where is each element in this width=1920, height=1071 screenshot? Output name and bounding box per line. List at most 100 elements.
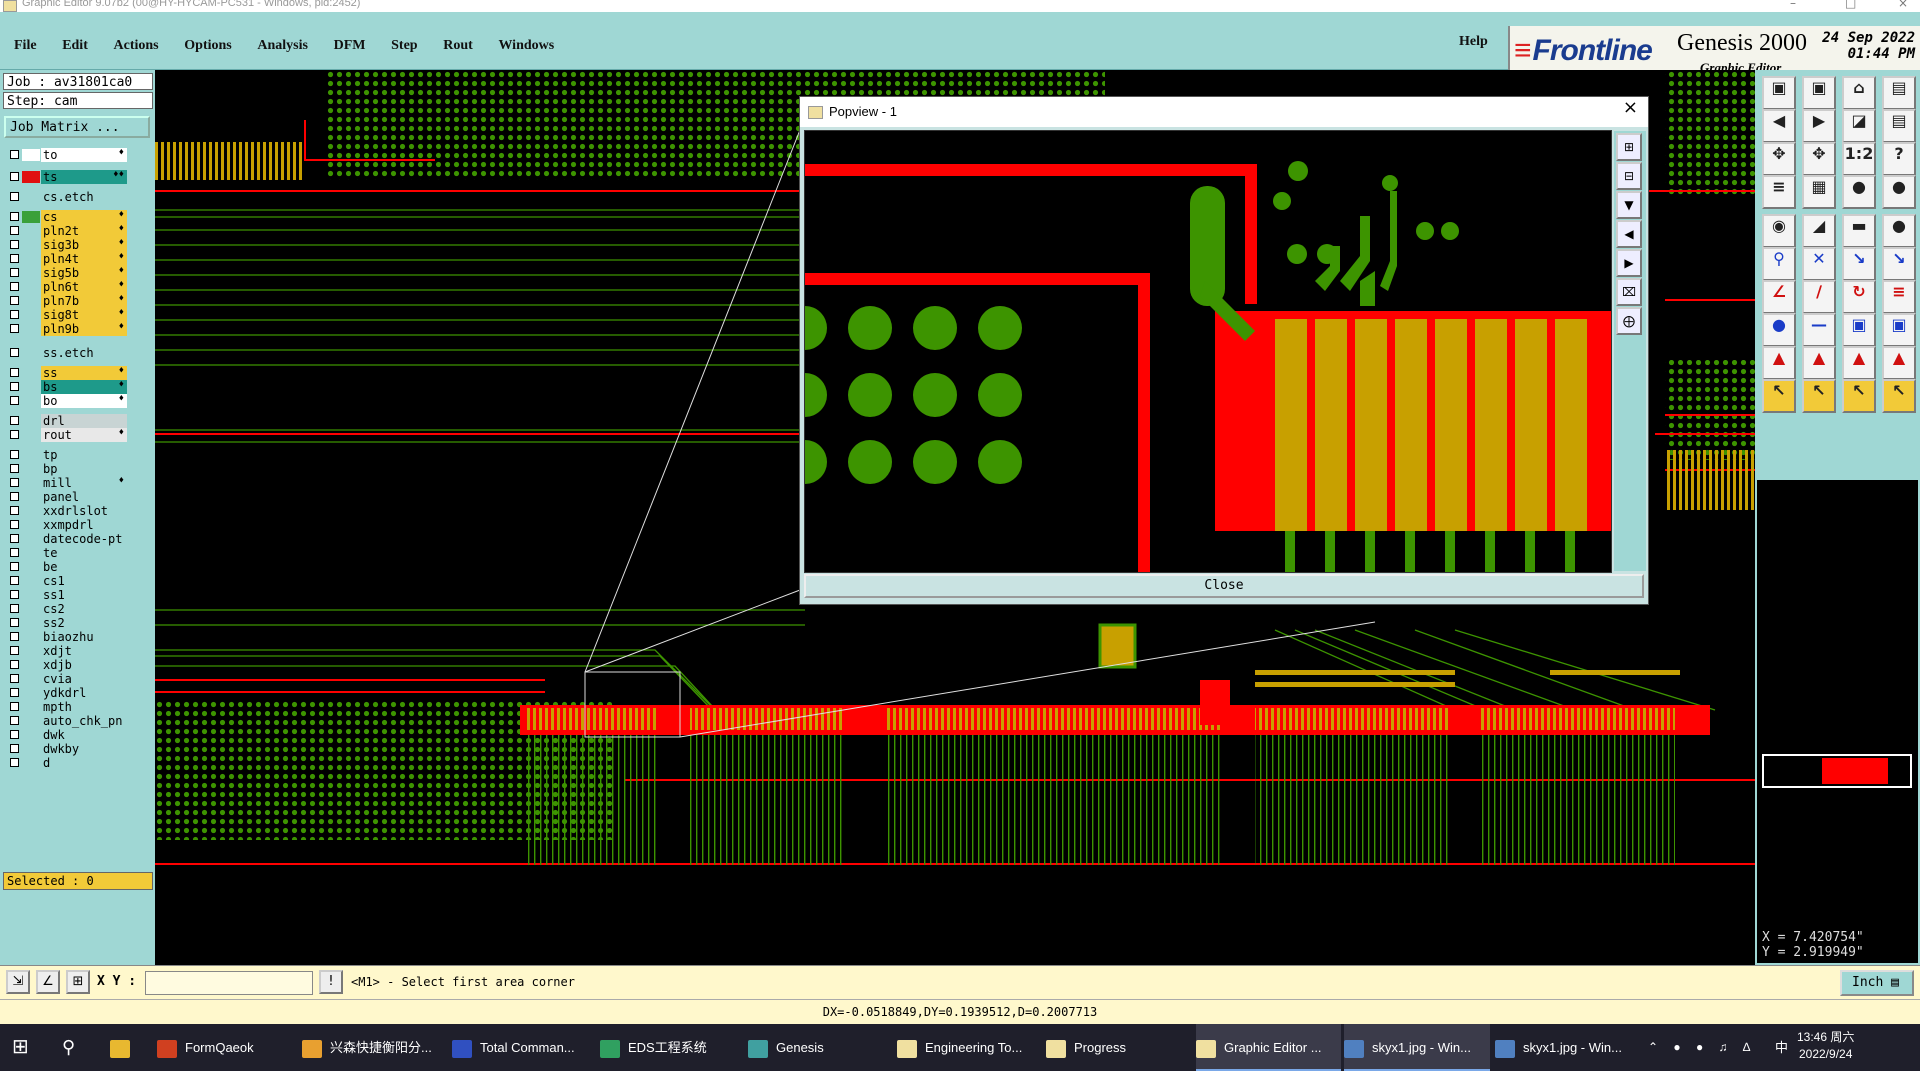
layer-name[interactable]: be	[41, 560, 127, 574]
layer-row[interactable]: to ♦	[5, 148, 127, 162]
layer-row[interactable]: cs2	[5, 602, 127, 616]
layers-tool-icon[interactable]: ≡	[1882, 280, 1916, 314]
pan-tool-icon[interactable]: ▣	[1802, 76, 1836, 110]
layer-name[interactable]: xdjt	[41, 644, 127, 658]
layer-row[interactable]: pln7b ♦	[5, 294, 127, 308]
layer-row[interactable]: be	[5, 560, 127, 574]
layer-row[interactable]: biaozhu	[5, 630, 127, 644]
feature-tool-icon[interactable]: ◢	[1802, 214, 1836, 248]
layer-name[interactable]: xxmpdrl	[41, 518, 127, 532]
layer-name[interactable]: pln4t	[41, 252, 127, 266]
layer-checkbox[interactable]	[10, 548, 19, 557]
layer-name[interactable]: drl	[41, 414, 127, 428]
snap-icon[interactable]: ⇲	[6, 970, 30, 994]
layer-checkbox[interactable]	[10, 212, 19, 221]
layer-row[interactable]: dwk	[5, 728, 127, 742]
layer-row[interactable]: ss ♦	[5, 366, 127, 380]
layer-row[interactable]: sig3b ♦	[5, 238, 127, 252]
layer-checkbox[interactable]	[10, 562, 19, 571]
layer-checkbox[interactable]	[10, 492, 19, 501]
menu-windows[interactable]: Windows	[498, 38, 554, 53]
layer-name[interactable]: dwk	[41, 728, 127, 742]
layer-checkbox[interactable]	[10, 520, 19, 529]
layer-checkbox[interactable]	[10, 758, 19, 767]
tri2-tool-icon[interactable]: ▲	[1802, 346, 1836, 380]
layer-checkbox[interactable]	[10, 464, 19, 473]
layer-name[interactable]: to	[41, 148, 127, 162]
layer-name[interactable]: cs2	[41, 602, 127, 616]
layer-row[interactable]: xxdrlslot	[5, 504, 127, 518]
layer-row[interactable]: sig8t ♦	[5, 308, 127, 322]
layer-checkbox[interactable]	[10, 396, 19, 405]
layer-name[interactable]: panel	[41, 490, 127, 504]
snap2-tool-icon[interactable]: ●	[1882, 175, 1916, 209]
layer-checkbox[interactable]	[10, 450, 19, 459]
layer-name[interactable]: ss	[41, 366, 127, 380]
layer-name[interactable]: pln7b	[41, 294, 127, 308]
layer-name[interactable]: d	[41, 756, 127, 770]
layer-row[interactable]: xxmpdrl	[5, 518, 127, 532]
zoom-tool-icon[interactable]: ▣	[1762, 76, 1796, 110]
layer-row[interactable]: pln6t ♦	[5, 280, 127, 294]
popview-pan-icon[interactable]: ▼	[1616, 191, 1642, 219]
menu-file[interactable]: File	[14, 38, 37, 53]
maximize-button[interactable]: □	[1845, 0, 1856, 10]
layer-checkbox[interactable]	[10, 730, 19, 739]
layer-row[interactable]: mill ♦	[5, 476, 127, 490]
layer-checkbox[interactable]	[10, 688, 19, 697]
layer-name[interactable]: mill	[41, 476, 127, 490]
connect-tool-icon[interactable]: ↘	[1842, 247, 1876, 281]
layer-checkbox[interactable]	[10, 368, 19, 377]
left-tool-icon[interactable]: ◀	[1762, 109, 1796, 143]
layer-row[interactable]: drl	[5, 414, 127, 428]
units-dropdown[interactable]: Inch ▤	[1840, 970, 1914, 996]
layer-row[interactable]: rout ♦	[5, 428, 127, 442]
layer-name[interactable]: ss1	[41, 588, 127, 602]
pad-tool-icon[interactable]: ●	[1882, 214, 1916, 248]
menu-rout[interactable]: Rout	[443, 38, 473, 53]
help-tool-icon[interactable]: ?	[1882, 142, 1916, 176]
layer-row[interactable]: d	[5, 756, 127, 770]
layer-row[interactable]: sig5b ♦	[5, 266, 127, 280]
layer-name[interactable]: cs.etch	[41, 190, 127, 204]
popview-left-icon[interactable]: ◀	[1616, 220, 1642, 248]
layer-name[interactable]: bo	[41, 394, 127, 408]
tri3-tool-icon[interactable]: ▲	[1842, 346, 1876, 380]
node-tool-icon[interactable]: ⚲	[1762, 247, 1796, 281]
pointer-tool-icon[interactable]: ↖	[1762, 379, 1796, 413]
filter-tool-icon[interactable]: ≡	[1762, 175, 1796, 209]
layer-name[interactable]: pln9b	[41, 322, 127, 336]
taskbar-app[interactable]: skyx1.jpg - Win...	[1495, 1024, 1635, 1071]
popview-zoom-out-icon[interactable]: ⊟	[1616, 162, 1642, 190]
line-tool-icon[interactable]: ▬	[1842, 214, 1876, 248]
start-icon[interactable]: ⊞	[12, 1024, 29, 1071]
layer-name[interactable]: ss2	[41, 616, 127, 630]
measure-icon[interactable]: ∠	[36, 970, 60, 994]
search-icon[interactable]: ⚲	[62, 1024, 75, 1071]
layer-row[interactable]: tp	[5, 448, 127, 462]
layer-checkbox[interactable]	[10, 478, 19, 487]
layer-name[interactable]: ydkdrl	[41, 686, 127, 700]
layer-row[interactable]: ydkdrl	[5, 686, 127, 700]
taskbar-app[interactable]: 兴森快捷衡阳分...	[302, 1024, 447, 1071]
layer-row[interactable]: ss1	[5, 588, 127, 602]
layer-checkbox[interactable]	[10, 702, 19, 711]
menu-step[interactable]: Step	[391, 38, 417, 53]
popview-fit-icon[interactable]: ⌧	[1616, 278, 1642, 306]
layer-row[interactable]: pln4t ♦	[5, 252, 127, 266]
fit-tool-icon[interactable]: ⌂	[1842, 76, 1876, 110]
layer-name[interactable]: pln2t	[41, 224, 127, 238]
layer-row[interactable]: bo ♦	[5, 394, 127, 408]
select-box-tool-icon[interactable]: ▣	[1842, 313, 1876, 347]
layer-checkbox[interactable]	[10, 282, 19, 291]
layer-name[interactable]: rout	[41, 428, 127, 442]
popview-right-icon[interactable]: ▶	[1616, 249, 1642, 277]
info-icon[interactable]: !	[319, 970, 343, 994]
taskbar-app[interactable]: Genesis	[748, 1024, 890, 1071]
redo-tool-icon[interactable]: ▤	[1882, 109, 1916, 143]
menu-options[interactable]: Options	[184, 38, 231, 53]
taskbar-app[interactable]: skyx1.jpg - Win...	[1344, 1024, 1490, 1071]
layer-row[interactable]: xdjt	[5, 644, 127, 658]
layer-row[interactable]: mpth	[5, 700, 127, 714]
grid-tool-icon[interactable]: ▦	[1802, 175, 1836, 209]
